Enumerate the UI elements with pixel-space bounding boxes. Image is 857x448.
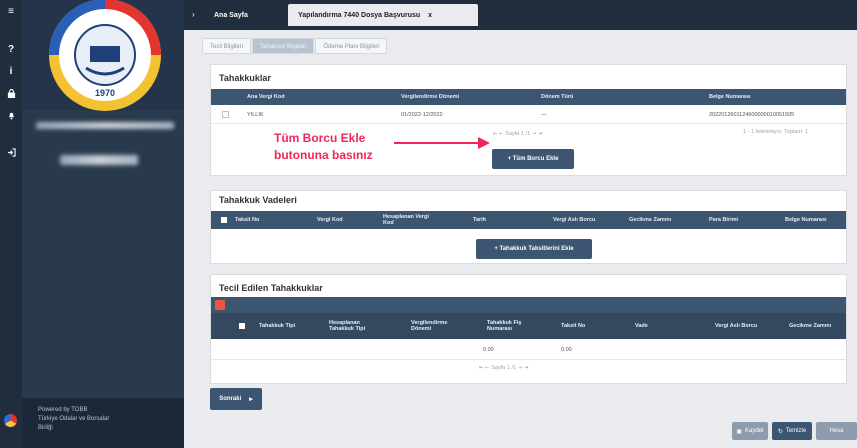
export-excel-icon[interactable] xyxy=(215,300,225,310)
info-icon[interactable]: i xyxy=(4,64,18,78)
th-hesaplanan-tahakkuk-tipi[interactable]: Hesaplanan Tahakkuk Tipi xyxy=(329,313,385,339)
add-all-debt-button[interactable]: + Tüm Borcu Ekle xyxy=(492,149,574,169)
tecil-edilen-card: Tecil Edilen Tahakkuklar Tahakkuk Tipi H… xyxy=(210,274,847,384)
th-tarih[interactable]: Tarih xyxy=(473,211,486,229)
vadeler-header: Taksit No Vergi Kod Hesaplanan Vergi Kod… xyxy=(211,211,846,229)
total-value-1: 0.00 xyxy=(483,347,494,353)
logo-area: 1970 xyxy=(22,0,184,111)
th-vergi-kod[interactable]: Vergi Kod xyxy=(317,211,343,229)
row-checkbox[interactable] xyxy=(222,111,229,118)
tobb-logo-icon xyxy=(4,414,17,427)
th-vergi-asli-borcu-tecil[interactable]: Vergi Aslı Borcu xyxy=(715,313,757,339)
record-summary: 1 - 1 listeleniyor, Toplam: 1 xyxy=(743,129,809,135)
tab-home[interactable]: Ana Sayfa xyxy=(204,4,258,26)
cell-donem: 01/2022-12/2022 xyxy=(401,112,443,118)
subtab-tahakkuk-bilgileri[interactable]: Tahakkuk Bilgileri xyxy=(252,38,315,54)
save-icon: ▣ xyxy=(736,428,742,435)
svg-text:1970: 1970 xyxy=(95,88,115,98)
cell-belge: 2022012601124600000010051505 xyxy=(709,112,795,118)
th-vade[interactable]: Vade xyxy=(635,313,648,339)
lock-icon[interactable] xyxy=(4,86,18,100)
save-button[interactable]: ▣ Kaydet xyxy=(732,422,768,440)
chamber-seal-logo: 1970 xyxy=(49,0,161,111)
tecil-pager[interactable]: ⇤ ⇠ Sayfa 1 /1 ⇢ ⇥ xyxy=(479,365,528,371)
th-vergi-asli-borcu[interactable]: Vergi Aslı Borcu xyxy=(553,211,595,229)
calculate-button[interactable]: Hesa xyxy=(816,422,857,440)
dropdown-icon: ▸ xyxy=(249,396,253,403)
instruction-annotation: Tüm Borcu Ekle butonuna basınız xyxy=(274,131,373,162)
tecil-title: Tecil Edilen Tahakkuklar xyxy=(219,283,323,293)
bell-icon[interactable] xyxy=(4,108,18,122)
close-icon[interactable]: x xyxy=(428,12,432,19)
icon-rail: ≡ ? i xyxy=(0,0,22,448)
tahakkuklar-title: Tahakkuklar xyxy=(219,73,271,83)
vadeler-title: Tahakkuk Vadeleri xyxy=(219,195,297,205)
th-donem-turu[interactable]: Dönem Türü xyxy=(541,89,573,105)
th-belge-numarasi-vade[interactable]: Belge Numarası xyxy=(785,211,827,229)
th-para-birimi[interactable]: Para Birimi xyxy=(709,211,738,229)
th-tahakkuk-fis-numarasi[interactable]: Tahakkuk Fiş Numarası xyxy=(487,313,535,339)
add-installments-button[interactable]: + Tahakkuk Taksitlerini Ekle xyxy=(476,239,592,259)
tab-active-application[interactable]: Yapılandırma 7440 Dosya Başvurusu x xyxy=(288,4,478,26)
sidebar: 1970 Powered by TOBB Türkiye Odalar ve B… xyxy=(22,0,184,448)
th-ana-vergi-kod[interactable]: Ana Vergi Kod xyxy=(247,89,285,105)
tahakkuk-vadeleri-card: Tahakkuk Vadeleri Taksit No Vergi Kod He… xyxy=(210,190,847,264)
th-gecikme-zammi[interactable]: Gecikme Zammı xyxy=(629,211,671,229)
sub-tabs: Tecil Bilgileri Tahakkuk Bilgileri Ödeme… xyxy=(202,38,388,54)
org-name-line1: Türkiye Odalar ve Borsalar xyxy=(38,416,110,422)
subtab-tecil-bilgileri[interactable]: Tecil Bilgileri xyxy=(202,38,252,54)
th-vergilendirme-donemi-tecil[interactable]: Vergilendirme Dönemi xyxy=(411,313,461,339)
chevron-right-icon[interactable]: › xyxy=(192,10,195,19)
divider xyxy=(211,359,846,360)
th-tahakkuk-tipi[interactable]: Tahakkuk Tipi xyxy=(259,313,295,339)
th-vergilendirme-donemi[interactable]: Vergilendirme Dönemi xyxy=(401,89,459,105)
next-button[interactable]: Sonraki ▸ xyxy=(210,388,262,410)
th-hesaplanan-vergi-kod[interactable]: Hesaplanan Vergi Kod xyxy=(383,211,441,229)
th-taksit-no-tecil[interactable]: Taksit No xyxy=(561,313,585,339)
blurred-user-info xyxy=(60,155,138,165)
main-content: Tecil Bilgileri Tahakkuk Bilgileri Ödeme… xyxy=(184,30,857,448)
arrow-right-icon xyxy=(394,137,490,149)
logout-icon[interactable] xyxy=(4,145,18,159)
select-all-tecil-checkbox[interactable] xyxy=(239,323,245,329)
menu-icon[interactable]: ≡ xyxy=(4,4,18,18)
refresh-icon: ↻ xyxy=(777,428,783,435)
sidebar-footer: Powered by TOBB Türkiye Odalar ve Borsal… xyxy=(22,398,184,448)
powered-by-text: Powered by TOBB xyxy=(38,407,88,413)
blurred-user-name xyxy=(36,122,174,129)
tahakkuklar-header: Ana Vergi Kod Vergilendirme Dönemi Dönem… xyxy=(211,89,846,105)
tecil-header: Tahakkuk Tipi Hesaplanan Tahakkuk Tipi V… xyxy=(211,313,846,339)
select-all-checkbox[interactable] xyxy=(221,217,227,223)
th-taksit-no[interactable]: Taksit No xyxy=(235,211,259,229)
tecil-toolbar xyxy=(211,297,846,313)
th-belge-numarasi[interactable]: Belge Numarası xyxy=(709,89,751,105)
total-value-2: 0.00 xyxy=(561,347,572,353)
subtab-odeme-plani[interactable]: Ödeme Planı Bilgileri xyxy=(315,38,388,54)
org-name-line2: Birliği xyxy=(38,425,53,431)
divider xyxy=(211,123,846,124)
tab-bar: › Ana Sayfa Yapılandırma 7440 Dosya Başv… xyxy=(184,0,857,30)
cell-kod: YILLIK xyxy=(247,112,264,118)
pager[interactable]: ⇤ ⇠ Sayfa 1 /1 ⇢ ⇥ xyxy=(493,131,542,137)
help-icon[interactable]: ? xyxy=(4,42,18,56)
th-gecikme-zammi-tecil[interactable]: Gecikme Zammı xyxy=(789,313,831,339)
cell-donem-turu: — xyxy=(541,112,547,118)
clear-button[interactable]: ↻ Temizle xyxy=(772,422,812,440)
